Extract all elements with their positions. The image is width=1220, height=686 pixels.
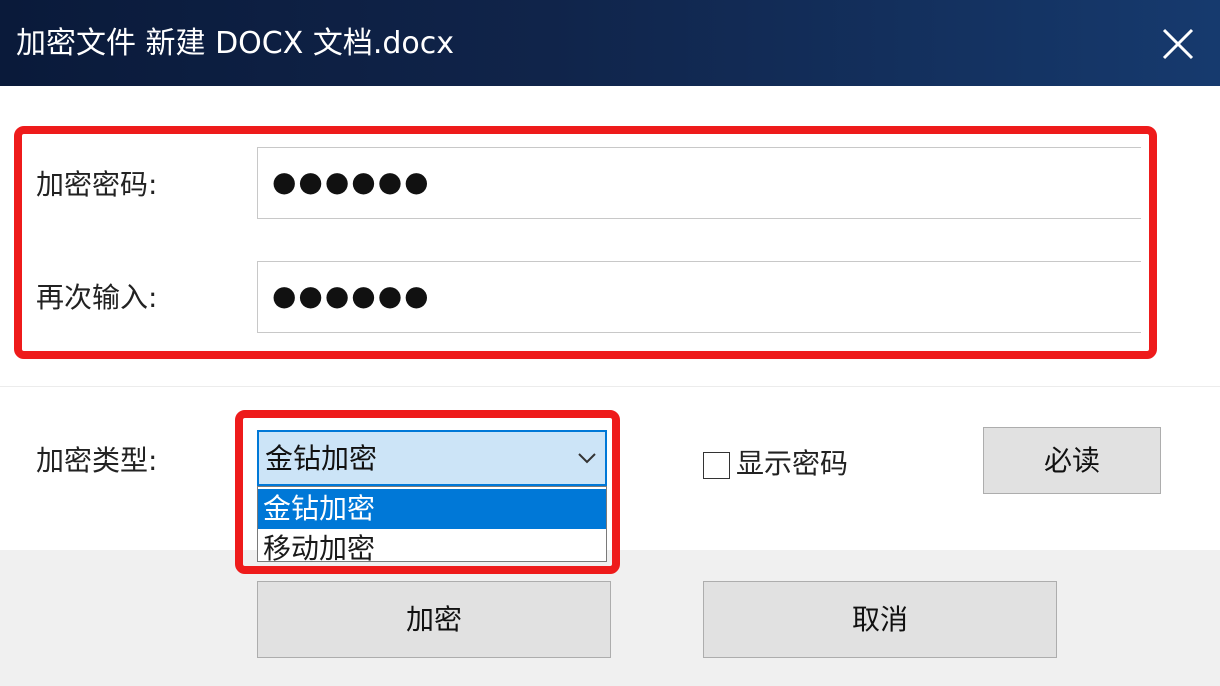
password-input[interactable]: ●●●●●● <box>257 147 1141 219</box>
window-title: 加密文件 新建 DOCX 文档.docx <box>16 26 455 61</box>
encrypt-button[interactable]: 加密 <box>257 581 611 658</box>
password-value: ●●●●●● <box>272 165 431 198</box>
readme-button[interactable]: 必读 <box>983 427 1161 494</box>
close-icon <box>1162 28 1194 60</box>
password-section <box>0 86 1220 386</box>
encrypt-type-label: 加密类型: <box>36 444 158 477</box>
close-button[interactable] <box>1156 22 1200 66</box>
title-bar: 加密文件 新建 DOCX 文档.docx <box>0 0 1220 86</box>
chevron-down-icon <box>575 446 599 470</box>
show-password-label: 显示密码 <box>736 447 849 480</box>
show-password-checkbox[interactable] <box>703 452 730 479</box>
confirm-password-label: 再次输入: <box>36 281 158 314</box>
dropdown-option-gold[interactable]: 金钻加密 <box>258 489 606 529</box>
cancel-button[interactable]: 取消 <box>703 581 1057 658</box>
encrypt-type-select[interactable]: 金钻加密 <box>257 430 607 486</box>
confirm-password-input[interactable]: ●●●●●● <box>257 261 1141 333</box>
confirm-password-value: ●●●●●● <box>272 279 431 312</box>
password-label: 加密密码: <box>36 168 158 201</box>
encrypt-type-selected: 金钻加密 <box>265 442 378 475</box>
encrypt-type-dropdown: 金钻加密 移动加密 <box>257 486 607 562</box>
dropdown-option-mobile[interactable]: 移动加密 <box>258 529 606 561</box>
